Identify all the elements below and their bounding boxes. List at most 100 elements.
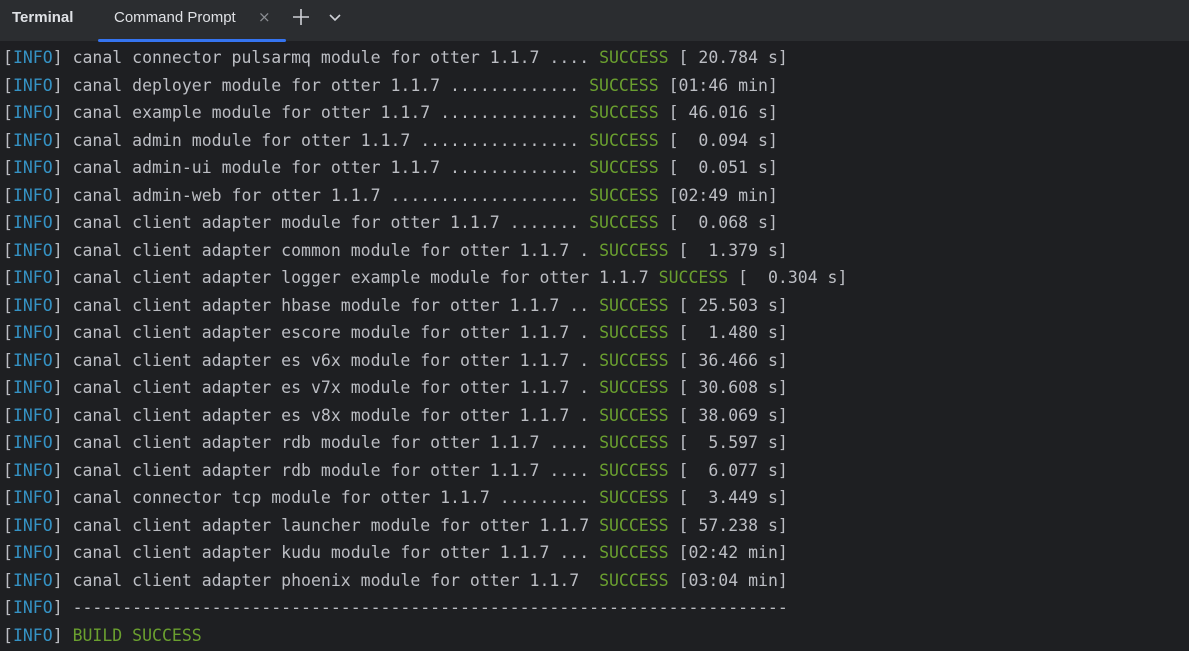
log-message: canal client adapter hbase module for ot… — [72, 295, 600, 315]
status-text: SUCCESS — [599, 295, 669, 315]
log-level-tag: INFO — [12, 515, 53, 535]
duration-text: [ 0.094 s] — [658, 130, 778, 150]
log-message: canal admin-web for otter 1.1.7 ........… — [72, 185, 590, 205]
bracket-close: ] — [52, 433, 73, 452]
log-level-tag: INFO — [12, 75, 53, 95]
status-text: SUCCESS — [599, 460, 669, 480]
status-text: SUCCESS — [589, 75, 659, 95]
log-level-tag: INFO — [12, 543, 53, 562]
bracket-close: ] — [52, 158, 73, 177]
bracket-close: ] — [52, 75, 73, 95]
terminal-line: [INFO] canal client adapter hbase module… — [0, 292, 1189, 320]
bracket-open: [ — [3, 598, 13, 617]
log-message: canal connector tcp module for otter 1.1… — [72, 488, 600, 507]
terminal-line: [INFO] canal admin module for otter 1.1.… — [0, 127, 1189, 155]
log-level-tag: INFO — [12, 158, 53, 177]
bracket-open: [ — [3, 350, 13, 370]
bracket-close: ] — [52, 378, 73, 397]
status-text: SUCCESS — [599, 48, 669, 67]
terminal-line: [INFO] canal client adapter logger examp… — [0, 264, 1189, 292]
tab-label: Command Prompt — [114, 9, 236, 26]
status-text: SUCCESS — [599, 570, 669, 590]
terminal-output[interactable]: [INFO] canal connector pulsarmq module f… — [0, 44, 1189, 651]
terminal-line: [INFO] canal client adapter phoenix modu… — [0, 567, 1189, 595]
status-text: SUCCESS — [658, 268, 729, 287]
status-text: SUCCESS — [589, 213, 659, 232]
duration-text: [03:04 min] — [668, 570, 788, 590]
status-text: SUCCESS — [589, 130, 659, 150]
terminal-line: [INFO] canal client adapter es v6x modul… — [0, 347, 1189, 375]
log-level-tag: INFO — [12, 433, 53, 452]
duration-text: [ 5.597 s] — [668, 433, 788, 452]
status-text: SUCCESS — [589, 158, 659, 177]
log-level-tag: INFO — [12, 48, 53, 67]
bracket-open: [ — [3, 185, 13, 205]
duration-text: [ 46.016 s] — [658, 103, 778, 122]
tab-dropdown-button[interactable] — [323, 5, 347, 29]
status-text: SUCCESS — [599, 350, 669, 370]
bracket-open: [ — [3, 515, 13, 535]
bracket-close: ] — [52, 350, 73, 370]
duration-text: [02:49 min] — [658, 185, 778, 205]
log-message: canal deployer module for otter 1.1.7 ..… — [72, 75, 590, 95]
duration-text: [ 1.480 s] — [668, 323, 788, 342]
bracket-open: [ — [3, 268, 13, 287]
bracket-close: ] — [52, 405, 73, 425]
bracket-close: ] — [52, 570, 73, 590]
bracket-open: [ — [3, 488, 13, 507]
log-level-tag: INFO — [12, 268, 53, 287]
log-message: canal client adapter phoenix module for … — [72, 570, 600, 590]
duration-text: [ 25.503 s] — [668, 295, 788, 315]
bracket-close: ] — [52, 48, 73, 67]
log-message: canal client adapter es v7x module for o… — [72, 378, 600, 397]
duration-text: [ 0.068 s] — [658, 213, 778, 232]
bracket-close: ] — [52, 460, 73, 480]
bracket-close: ] — [52, 625, 73, 645]
terminal-line: [INFO] ---------------------------------… — [0, 594, 1189, 622]
duration-text: [ 57.238 s] — [668, 515, 788, 535]
log-level-tag: INFO — [12, 103, 53, 122]
app-title: Terminal — [12, 9, 74, 26]
terminal-line: [INFO] canal connector tcp module for ot… — [0, 484, 1189, 512]
duration-text: [02:42 min] — [668, 543, 788, 562]
log-message: canal client adapter common module for o… — [72, 240, 600, 260]
duration-text: [ 38.069 s] — [668, 405, 788, 425]
duration-text: [ 36.466 s] — [668, 350, 788, 370]
bracket-open: [ — [3, 625, 13, 645]
terminal-line: [INFO] canal client adapter module for o… — [0, 209, 1189, 237]
log-message: canal client adapter escore module for o… — [72, 323, 600, 342]
tab-command-prompt[interactable]: Command Prompt × — [98, 0, 286, 42]
log-level-tag: INFO — [12, 130, 53, 150]
duration-text: [ 0.051 s] — [658, 158, 778, 177]
bracket-close: ] — [52, 543, 73, 562]
bracket-close: ] — [52, 515, 73, 535]
log-message: canal admin module for otter 1.1.7 .....… — [72, 130, 590, 150]
terminal-line: [INFO] canal connector pulsarmq module f… — [0, 44, 1189, 72]
terminal-line: [INFO] canal example module for otter 1.… — [0, 99, 1189, 127]
status-text: SUCCESS — [599, 488, 669, 507]
terminal-line: [INFO] canal client adapter common modul… — [0, 237, 1189, 265]
plus-icon — [293, 9, 309, 25]
log-level-tag: INFO — [12, 240, 53, 260]
bracket-close: ] — [52, 488, 73, 507]
log-level-tag: INFO — [12, 295, 53, 315]
chevron-down-icon — [329, 14, 341, 22]
bracket-open: [ — [3, 323, 13, 342]
bracket-close: ] — [52, 295, 73, 315]
bracket-open: [ — [3, 543, 13, 562]
terminal-line: [INFO] canal client adapter escore modul… — [0, 319, 1189, 347]
duration-text: [ 3.449 s] — [668, 488, 788, 507]
log-message: canal client adapter launcher module for… — [72, 515, 600, 535]
duration-text: [ 20.784 s] — [668, 48, 788, 67]
close-icon[interactable]: × — [258, 8, 271, 26]
status-text: SUCCESS — [599, 378, 669, 397]
bracket-close: ] — [52, 240, 73, 260]
log-level-tag: INFO — [12, 378, 53, 397]
bracket-close: ] — [52, 185, 73, 205]
duration-text: [01:46 min] — [658, 75, 778, 95]
terminal-line: [INFO] canal client adapter launcher mod… — [0, 512, 1189, 540]
terminal-line: [INFO] canal client adapter es v7x modul… — [0, 374, 1189, 402]
bracket-close: ] — [52, 213, 73, 232]
new-tab-button[interactable] — [289, 5, 313, 29]
log-message: canal client adapter rdb module for otte… — [72, 460, 600, 480]
